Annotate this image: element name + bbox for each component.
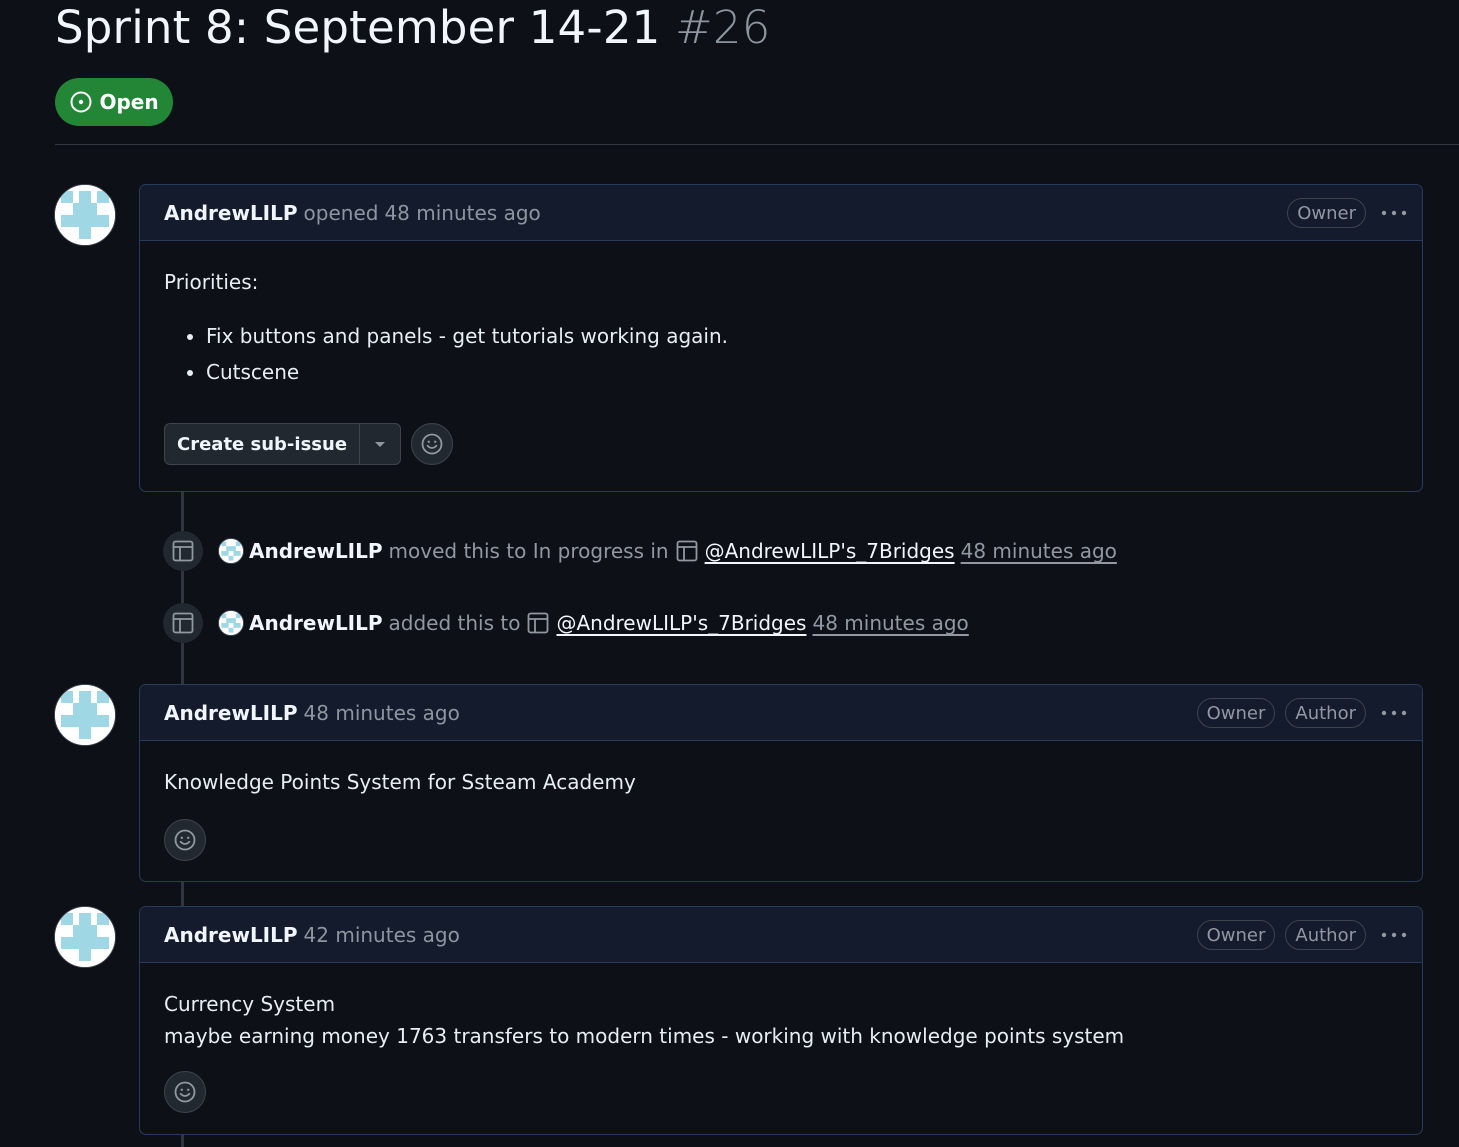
body-heading: Priorities:	[164, 270, 259, 294]
comment-author[interactable]: AndrewLILP	[164, 923, 298, 947]
event-time[interactable]: 48 minutes ago	[961, 539, 1117, 563]
event-icon-badge	[163, 603, 203, 643]
comment-header-actions: Owner	[1287, 185, 1408, 241]
comment-text: maybe earning money 1763 transfers to mo…	[164, 1024, 1125, 1048]
comment-body: Currency System maybe earning money 1763…	[140, 988, 1422, 1113]
create-sub-issue-button[interactable]: Create sub-issue	[165, 424, 361, 464]
author-label: Author	[1285, 698, 1366, 728]
comment-actions	[164, 1071, 1398, 1113]
identicon-avatar-icon	[55, 185, 115, 245]
smiley-icon	[174, 1081, 196, 1103]
issue-opened-icon	[70, 91, 92, 113]
issue-title: Sprint 8: September 14-21 #26	[55, 0, 771, 60]
issue-body-comment: AndrewLILP opened 48 minutes ago Owner P…	[139, 184, 1423, 492]
kebab-horizontal-icon	[1381, 932, 1407, 938]
owner-label: Owner	[1196, 698, 1276, 728]
avatar[interactable]	[54, 684, 116, 746]
project-link[interactable]: @AndrewLILP's_7Bridges	[556, 611, 806, 635]
timeline-connector	[181, 882, 184, 908]
comment-text: Currency System	[164, 992, 336, 1016]
comment-author[interactable]: AndrewLILP	[164, 201, 298, 225]
comment: AndrewLILP 48 minutes ago Owner Author K…	[139, 684, 1423, 882]
comment-body: Priorities: Fix buttons and panels - get…	[140, 266, 1422, 465]
comment-author[interactable]: AndrewLILP	[164, 701, 298, 725]
comment-header: AndrewLILP 42 minutes ago Owner Author	[140, 907, 1422, 963]
comment-header: AndrewLILP opened 48 minutes ago Owner	[140, 185, 1422, 241]
event-avatar[interactable]	[218, 538, 244, 564]
comment: AndrewLILP 42 minutes ago Owner Author C…	[139, 906, 1423, 1135]
project-table-icon	[528, 612, 549, 634]
kebab-horizontal-icon	[1381, 710, 1407, 716]
avatar[interactable]	[54, 906, 116, 968]
event-time[interactable]: 48 minutes ago	[812, 611, 968, 635]
timeline-event: AndrewLILP moved this to In progress in …	[163, 530, 1117, 572]
project-table-icon	[172, 540, 194, 562]
priority-list: Fix buttons and panels - get tutorials w…	[164, 318, 1398, 390]
smiley-icon	[421, 433, 443, 455]
triangle-down-icon	[375, 442, 386, 447]
add-reaction-button[interactable]	[164, 819, 206, 861]
issue-state-badge: Open	[55, 78, 173, 126]
event-actor[interactable]: AndrewLILP	[249, 539, 383, 563]
identicon-avatar-icon	[219, 611, 243, 635]
header-divider	[55, 144, 1459, 145]
timeline-event: AndrewLILP added this to @AndrewLILP's_7…	[163, 602, 969, 644]
comment-time[interactable]: 48 minutes ago	[304, 701, 460, 725]
issue-state-label: Open	[99, 90, 159, 114]
comment-actions	[164, 819, 1398, 861]
comment-actions: Create sub-issue	[164, 423, 1398, 465]
comment-time[interactable]: 48 minutes ago	[384, 201, 540, 225]
comment-header-actions: Owner Author	[1196, 907, 1408, 963]
project-link[interactable]: @AndrewLILP's_7Bridges	[705, 539, 955, 563]
event-action: added this to	[388, 611, 521, 635]
sub-issue-dropdown-button[interactable]	[360, 424, 400, 464]
issue-page: Sprint 8: September 14-21 #26 Open Andre…	[0, 0, 1459, 1147]
identicon-avatar-icon	[55, 907, 115, 967]
timeline-connector	[181, 492, 184, 684]
list-item: Cutscene	[206, 354, 1398, 390]
kebab-horizontal-icon	[1381, 210, 1407, 216]
owner-label: Owner	[1196, 920, 1276, 950]
identicon-avatar-icon	[55, 685, 115, 745]
list-item: Fix buttons and panels - get tutorials w…	[206, 318, 1398, 354]
comment-body: Knowledge Points System for Ssteam Acade…	[140, 766, 1422, 861]
comment-action: opened	[303, 200, 379, 225]
issue-title-text: Sprint 8: September 14-21	[55, 1, 661, 54]
event-avatar[interactable]	[218, 610, 244, 636]
author-label: Author	[1285, 920, 1366, 950]
comment-header: AndrewLILP 48 minutes ago Owner Author	[140, 685, 1422, 741]
project-table-icon	[676, 540, 697, 562]
comment-text: Knowledge Points System for Ssteam Acade…	[164, 770, 636, 794]
comment-menu-button[interactable]	[1380, 920, 1408, 950]
create-sub-issue-group: Create sub-issue	[164, 423, 402, 465]
comment-header-actions: Owner Author	[1196, 685, 1408, 741]
comment-time[interactable]: 42 minutes ago	[304, 923, 460, 947]
project-table-icon	[172, 612, 194, 634]
timeline-connector	[181, 1134, 184, 1147]
avatar[interactable]	[54, 184, 116, 246]
event-icon-badge	[163, 531, 203, 571]
comment-menu-button[interactable]	[1380, 198, 1408, 228]
add-reaction-button[interactable]	[164, 1071, 206, 1113]
event-action: moved this to In progress in	[388, 539, 669, 563]
comment-menu-button[interactable]	[1380, 698, 1408, 728]
add-reaction-button[interactable]	[411, 423, 454, 465]
identicon-avatar-icon	[219, 539, 243, 563]
issue-number: #26	[675, 1, 771, 54]
event-actor[interactable]: AndrewLILP	[249, 611, 383, 635]
owner-label: Owner	[1287, 198, 1366, 228]
smiley-icon	[174, 829, 196, 851]
